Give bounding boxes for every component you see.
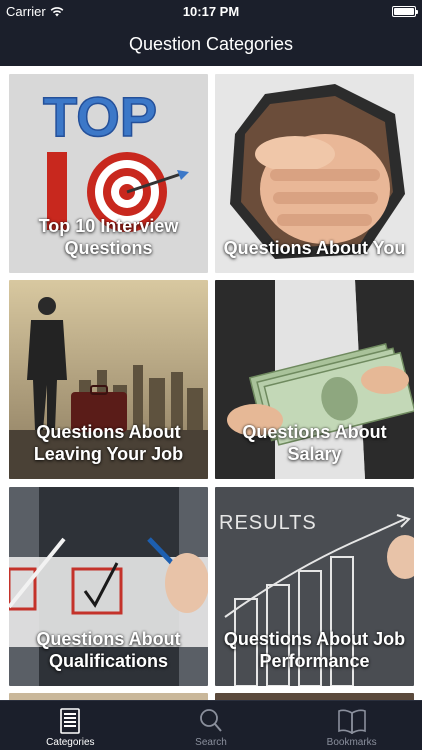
status-bar: Carrier 10:17 PM [0, 0, 422, 22]
category-label: Questions About Leaving Your Job [9, 421, 208, 465]
label-line-2: Salary [287, 444, 342, 464]
category-tile-salary[interactable]: Questions About Salary [215, 280, 414, 479]
category-label: Questions About You [215, 237, 414, 259]
category-label: Questions About Job Performance [215, 628, 414, 672]
document-icon [60, 708, 81, 734]
status-left: Carrier [6, 4, 64, 19]
label-line-1: Questions About [36, 629, 181, 649]
tab-search[interactable]: Search [141, 701, 282, 750]
tab-bar: Categories Search Bookmarks [0, 700, 422, 750]
tab-bookmarks[interactable]: Bookmarks [281, 701, 422, 750]
tab-label: Bookmarks [326, 737, 377, 748]
label-line-1: Questions About Job [223, 629, 406, 649]
label-line-2: Leaving Your Job [33, 444, 184, 464]
tab-categories[interactable]: Categories [0, 701, 141, 750]
category-tile-partial-right[interactable] [215, 693, 414, 700]
category-label: Questions About Salary [215, 421, 414, 465]
wifi-icon [50, 6, 64, 16]
label-line-1: Questions About You [223, 238, 406, 258]
battery-icon [392, 5, 418, 17]
svg-text:RESULTS: RESULTS [219, 512, 317, 534]
svg-text:TOP: TOP [43, 85, 157, 148]
label-line-1: Questions About [36, 422, 181, 442]
tab-label: Categories [46, 737, 95, 748]
label-line-1: Top 10 Interview [38, 216, 179, 236]
category-tile-leaving-job[interactable]: Questions About Leaving Your Job [9, 280, 208, 479]
label-line-1: Questions About [242, 422, 387, 442]
category-tile-partial-left[interactable] [9, 693, 208, 700]
category-tile-qualifications[interactable]: Questions About Qualifications [9, 487, 208, 686]
label-line-2: Qualifications [48, 651, 169, 671]
category-tile-top-10[interactable]: TOP Top 10 Interview Questions [9, 74, 208, 273]
category-grid[interactable]: TOP Top 10 Interview Questions Questions… [0, 66, 422, 700]
label-line-2: Questions [64, 238, 153, 258]
tab-label: Search [195, 737, 227, 748]
label-line-2: Performance [259, 651, 370, 671]
search-icon [200, 709, 222, 732]
category-tile-job-performance[interactable]: RESULTS Questions About Job Performance [215, 487, 414, 686]
page-title: Question Categories [128, 33, 294, 54]
book-icon [337, 709, 366, 734]
carrier-label: Carrier [6, 3, 46, 19]
nav-bar: Question Categories [0, 22, 422, 66]
category-label: Questions About Qualifications [9, 628, 208, 672]
category-label: Top 10 Interview Questions [9, 215, 208, 259]
category-tile-about-you[interactable]: Questions About You [215, 74, 414, 273]
